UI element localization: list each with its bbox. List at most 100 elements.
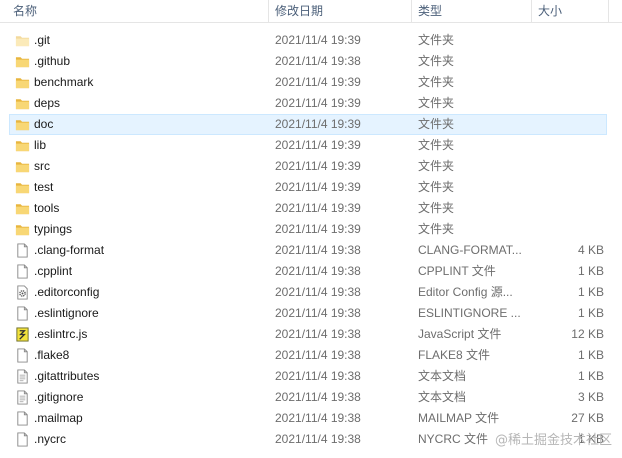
file-date: 2021/11/4 19:38 — [275, 264, 361, 278]
file-name: benchmark — [34, 75, 94, 89]
file-name: lib — [34, 138, 47, 152]
file-type: ESLINTIGNORE ... — [418, 306, 521, 320]
file-type: FLAKE8 文件 — [418, 348, 491, 362]
file-date: 2021/11/4 19:38 — [275, 390, 361, 404]
file-row[interactable]: benchmark 2021/11/4 19:39 文件夹 — [0, 72, 622, 93]
file-size: 4 KB — [577, 243, 604, 257]
file-icon — [15, 306, 30, 321]
file-date: 2021/11/4 19:39 — [275, 201, 361, 215]
file-row[interactable]: .eslintrc.js 2021/11/4 19:38 JavaScript 文件… — [0, 324, 622, 345]
column-divider[interactable] — [268, 0, 269, 22]
file-name: .clang-format — [34, 243, 105, 257]
file-date: 2021/11/4 19:38 — [275, 411, 361, 425]
file-date: 2021/11/4 19:38 — [275, 369, 361, 383]
file-type: Editor Config 源... — [418, 285, 513, 299]
folder-icon — [15, 138, 30, 153]
file-row[interactable]: deps 2021/11/4 19:39 文件夹 — [0, 93, 622, 114]
folder-icon — [15, 33, 30, 48]
watermark: @稀土掘金技术社区 — [494, 433, 612, 448]
file-size: 1 KB — [577, 285, 604, 299]
file-type: 文件夹 — [418, 75, 455, 89]
folder-icon — [15, 159, 30, 174]
file-row[interactable]: tools 2021/11/4 19:39 文件夹 — [0, 198, 622, 219]
file-type: 文件夹 — [418, 180, 455, 194]
file-row[interactable]: .flake8 2021/11/4 19:38 FLAKE8 文件 1 KB — [0, 345, 622, 366]
file-name: tools — [34, 201, 60, 215]
file-type: 文件夹 — [418, 96, 455, 110]
file-row[interactable]: .clang-format 2021/11/4 19:38 CLANG-FORMAT… — [0, 240, 622, 261]
file-size: 3 KB — [577, 390, 604, 404]
file-icon — [15, 432, 30, 447]
column-divider[interactable] — [411, 0, 412, 22]
file-icon — [15, 411, 30, 426]
file-name: .editorconfig — [34, 285, 100, 299]
file-type: 文本文档 — [418, 369, 467, 383]
file-name: deps — [34, 96, 61, 110]
file-date: 2021/11/4 19:39 — [275, 96, 361, 110]
file-date: 2021/11/4 19:39 — [275, 117, 361, 131]
file-row[interactable]: .github 2021/11/4 19:38 文件夹 — [0, 51, 622, 72]
file-row[interactable]: .gitignore 2021/11/4 19:38 文本文档 3 KB — [0, 387, 622, 408]
column-header-type[interactable]: 类型 — [418, 3, 442, 19]
file-row[interactable]: test 2021/11/4 19:39 文件夹 — [0, 177, 622, 198]
column-divider[interactable] — [608, 0, 609, 22]
file-row[interactable]: .gitattributes 2021/11/4 19:38 文本文档 1 KB — [0, 366, 622, 387]
file-name: .github — [34, 54, 71, 68]
column-divider[interactable] — [531, 0, 532, 22]
folder-icon — [15, 222, 30, 237]
file-list: .git 2021/11/4 19:39 文件夹 .github 2021/11/4 1… — [0, 30, 622, 450]
file-date: 2021/11/4 19:39 — [275, 138, 361, 152]
file-type: CLANG-FORMAT... — [418, 243, 522, 257]
file-row[interactable]: src 2021/11/4 19:39 文件夹 — [0, 156, 622, 177]
text-file-icon — [15, 369, 30, 384]
file-row[interactable]: .mailmap 2021/11/4 19:38 MAILMAP 文件 27 KB — [0, 408, 622, 429]
file-name: .gitattributes — [34, 369, 100, 383]
folder-icon — [15, 54, 30, 69]
file-size: 27 KB — [571, 411, 604, 425]
file-type: 文件夹 — [418, 138, 455, 152]
file-date: 2021/11/4 19:38 — [275, 432, 361, 446]
file-date: 2021/11/4 19:38 — [275, 327, 361, 341]
file-name: .git — [34, 33, 51, 47]
file-type: 文件夹 — [418, 222, 455, 236]
file-date: 2021/11/4 19:38 — [275, 243, 361, 257]
file-size: 1 KB — [577, 369, 604, 383]
file-row[interactable]: .eslintignore 2021/11/4 19:38 ESLINTIGNORE… — [0, 303, 622, 324]
file-type: 文件夹 — [418, 33, 455, 47]
column-header-size[interactable]: 大小 — [538, 3, 562, 19]
file-date: 2021/11/4 19:38 — [275, 306, 361, 320]
column-header-name[interactable]: 名称 — [13, 3, 37, 19]
folder-icon — [15, 75, 30, 90]
text-file-icon — [15, 390, 30, 405]
file-name: .nycrc — [34, 432, 67, 446]
file-row[interactable]: .git 2021/11/4 19:39 文件夹 — [0, 30, 622, 51]
file-type: 文件夹 — [418, 54, 455, 68]
file-name: .gitignore — [34, 390, 84, 404]
file-type: 文本文档 — [418, 390, 467, 404]
file-date: 2021/11/4 19:39 — [275, 180, 361, 194]
file-name: typings — [34, 222, 73, 236]
file-row[interactable]: typings 2021/11/4 19:39 文件夹 — [0, 219, 622, 240]
file-icon — [15, 243, 30, 258]
file-type: 文件夹 — [418, 117, 455, 131]
file-type: JavaScript 文件 — [418, 327, 502, 341]
file-name: .cpplint — [34, 264, 73, 278]
file-type: CPPLINT 文件 — [418, 264, 496, 278]
file-size: 1 KB — [577, 306, 604, 320]
folder-icon — [15, 201, 30, 216]
file-row[interactable]: .editorconfig 2021/11/4 19:38 Editor Confi… — [0, 282, 622, 303]
file-date: 2021/11/4 19:38 — [275, 54, 361, 68]
file-type: 文件夹 — [418, 201, 455, 215]
file-name: .mailmap — [34, 411, 83, 425]
file-name: .eslintrc.js — [34, 327, 88, 341]
file-row[interactable]: lib 2021/11/4 19:39 文件夹 — [0, 135, 622, 156]
file-date: 2021/11/4 19:38 — [275, 348, 361, 362]
file-type: NYCRC 文件 — [418, 432, 489, 446]
file-date: 2021/11/4 19:39 — [275, 33, 361, 47]
file-date: 2021/11/4 19:39 — [275, 222, 361, 236]
file-row[interactable]: doc 2021/11/4 19:39 文件夹 — [0, 114, 622, 135]
column-header-date[interactable]: 修改日期 — [275, 3, 323, 19]
file-row[interactable]: .cpplint 2021/11/4 19:38 CPPLINT 文件 1 KB — [0, 261, 622, 282]
sort-caret-icon: ⌃ — [132, 0, 138, 5]
folder-icon — [15, 117, 30, 132]
